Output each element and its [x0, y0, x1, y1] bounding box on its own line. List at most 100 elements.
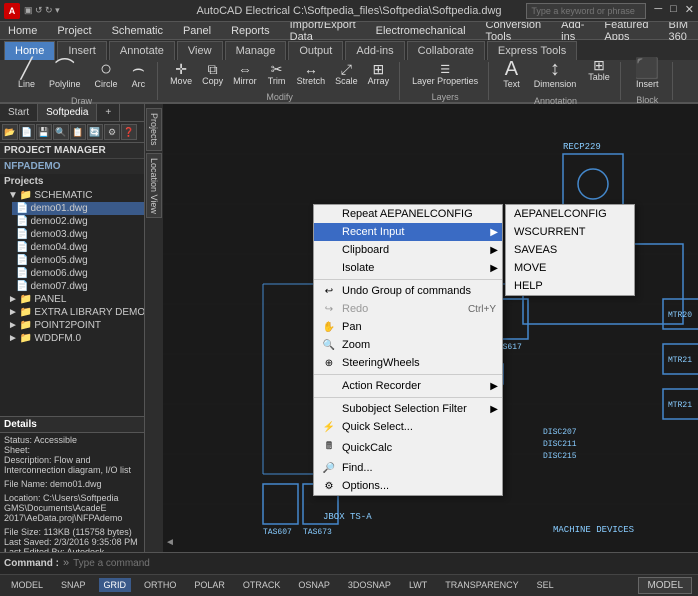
tool-search[interactable]: 🔍: [53, 124, 69, 140]
btn-array[interactable]: ⊞Array: [364, 60, 394, 88]
minimize-btn[interactable]: ─: [654, 3, 662, 19]
tree-item-demo05[interactable]: 📄 demo05.dwg: [12, 254, 144, 267]
status-grid[interactable]: GRID: [99, 578, 132, 592]
close-btn[interactable]: ✕: [685, 3, 694, 19]
btn-copy[interactable]: ⧉Copy: [198, 60, 227, 88]
model-button[interactable]: MODEL: [638, 577, 692, 594]
command-input[interactable]: [73, 558, 694, 569]
tab-new[interactable]: +: [97, 104, 120, 121]
menu-panel[interactable]: Panel: [179, 23, 215, 39]
ctx-steering[interactable]: ⊕ SteeringWheels: [314, 354, 502, 372]
btn-layer-properties[interactable]: ☰ Layer Properties: [408, 61, 482, 88]
btn-stretch[interactable]: ↔Stretch: [293, 60, 330, 88]
tool-new[interactable]: 📄: [19, 124, 35, 140]
btn-arc[interactable]: ⌢Arc: [126, 56, 152, 92]
status-polar[interactable]: POLAR: [189, 578, 230, 592]
menu-reports[interactable]: Reports: [227, 23, 274, 39]
menu-electromechanical[interactable]: Electromechanical: [372, 23, 470, 39]
status-sel[interactable]: SEL: [532, 578, 559, 592]
tree-item-point2point[interactable]: ► 📁 POINT2POINT: [4, 319, 144, 332]
status-lwt[interactable]: LWT: [404, 578, 432, 592]
ctx-clipboard[interactable]: Clipboard ▶: [314, 241, 502, 259]
tree-item-demo01[interactable]: 📄 demo01.dwg: [12, 202, 144, 215]
btn-dimension[interactable]: ↕Dimension: [528, 56, 583, 92]
scroll-left-btn[interactable]: ◄: [165, 537, 175, 548]
submenu-item-help[interactable]: HELP: [506, 277, 634, 295]
file-icon: 📄: [16, 203, 28, 214]
tool-settings[interactable]: ⚙: [104, 124, 120, 140]
submenu-item-wscurrent[interactable]: WSCURRENT: [506, 223, 634, 241]
ctx-quickselect[interactable]: ⚡ Quick Select...: [314, 418, 502, 436]
status-model[interactable]: MODEL: [6, 578, 48, 592]
status-osnap[interactable]: OSNAP: [293, 578, 335, 592]
tree-item-demo02[interactable]: 📄 demo02.dwg: [12, 215, 144, 228]
titlebar-left: A ▣ ↺ ↻ ▾: [4, 3, 60, 19]
tab-collaborate[interactable]: Collaborate: [407, 41, 485, 60]
btn-circle[interactable]: ○Circle: [89, 56, 124, 92]
maximize-btn[interactable]: □: [670, 3, 677, 19]
file-icon: 📄: [16, 268, 28, 279]
tab-start[interactable]: Start: [0, 104, 38, 121]
ctx-repeat-aepanel[interactable]: Repeat AEPANELCONFIG: [314, 205, 502, 223]
status-ortho[interactable]: ORTHO: [139, 578, 181, 592]
tab-addins2[interactable]: Add-ins: [345, 41, 404, 60]
vtab-location-view[interactable]: Location View: [146, 153, 162, 219]
status-otrack[interactable]: OTRACK: [238, 578, 286, 592]
btn-text[interactable]: AText: [497, 56, 526, 92]
tree-item-wddfm[interactable]: ► 📁 WDDFM.0: [4, 332, 144, 345]
tab-manage[interactable]: Manage: [225, 41, 287, 60]
file-icon: 📄: [16, 255, 28, 266]
submenu-item-aepanel[interactable]: AEPANELCONFIG: [506, 205, 634, 223]
vtab-projects[interactable]: Projects: [146, 108, 162, 151]
btn-mirror[interactable]: ⇔Mirror: [229, 60, 261, 88]
ctx-isolate[interactable]: Isolate ▶: [314, 259, 502, 277]
tab-softpedia[interactable]: Softpedia: [38, 104, 97, 121]
menu-project[interactable]: Project: [53, 23, 95, 39]
tool-help[interactable]: ❓: [121, 124, 137, 140]
btn-polyline[interactable]: ⌒Polyline: [43, 56, 87, 92]
ctx-zoom[interactable]: 🔍 Zoom: [314, 336, 502, 354]
tree-item-demo07[interactable]: 📄 demo07.dwg: [12, 280, 144, 293]
ctx-label: Clipboard: [342, 244, 389, 256]
tree-item-demo04[interactable]: 📄 demo04.dwg: [12, 241, 144, 254]
ribbon-group-modify: ✛Move ⧉Copy ⇔Mirror ✂Trim ↔Stretch ⤢Scal…: [160, 62, 400, 100]
status-3dosnap[interactable]: 3DOSNAP: [343, 578, 396, 592]
tree-item-demo03[interactable]: 📄 demo03.dwg: [12, 228, 144, 241]
status-transparency[interactable]: TRANSPARENCY: [440, 578, 523, 592]
tab-output[interactable]: Output: [288, 41, 343, 60]
btn-table[interactable]: ⊞Table: [584, 56, 614, 92]
ctx-find[interactable]: 🔎 Find...: [314, 459, 502, 477]
ctx-recent-input[interactable]: Recent Input ▶: [314, 223, 502, 241]
menu-home[interactable]: Home: [4, 23, 41, 39]
tool-refresh[interactable]: 🔄: [87, 124, 103, 140]
ctx-subobject[interactable]: Subobject Selection Filter ▶: [314, 400, 502, 418]
btn-move[interactable]: ✛Move: [166, 60, 196, 88]
btn-line[interactable]: ╱Line: [12, 56, 41, 92]
tree-item-extra-lib[interactable]: ► 📁 EXTRA LIBRARY DEMO: [4, 306, 144, 319]
status-snap[interactable]: SNAP: [56, 578, 91, 592]
ctx-options[interactable]: ⚙ Options...: [314, 477, 502, 495]
btn-insert[interactable]: ⬛Insert: [629, 57, 666, 91]
submenu-item-move[interactable]: MOVE: [506, 259, 634, 277]
command-prompt: »: [63, 557, 69, 569]
menu-schematic[interactable]: Schematic: [108, 23, 167, 39]
tab-view[interactable]: View: [177, 41, 223, 60]
ctx-redo: ↪ Redo Ctrl+Y: [314, 300, 502, 318]
ctx-pan[interactable]: ✋ Pan: [314, 318, 502, 336]
submenu-item-saveas[interactable]: SAVEAS: [506, 241, 634, 259]
btn-trim[interactable]: ✂Trim: [263, 60, 291, 88]
btn-scale[interactable]: ⤢Scale: [331, 60, 362, 88]
ctx-label: Subobject Selection Filter: [342, 403, 467, 415]
submenu-label: WSCURRENT: [514, 226, 586, 238]
tree-item-schematic[interactable]: ▼ 📁 SCHEMATIC: [4, 189, 144, 202]
tool-save[interactable]: 💾: [36, 124, 52, 140]
tree-item-demo06[interactable]: 📄 demo06.dwg: [12, 267, 144, 280]
ctx-action-recorder[interactable]: Action Recorder ▶: [314, 377, 502, 395]
ctx-undo[interactable]: ↩ Undo Group of commands: [314, 282, 502, 300]
search-input[interactable]: [526, 3, 646, 19]
submenu: AEPANELCONFIG WSCURRENT SAVEAS MOVE HELP: [505, 204, 635, 296]
ctx-quickcalc[interactable]: 🖩 QuickCalc: [314, 436, 502, 459]
tree-item-panel[interactable]: ► 📁 PANEL: [4, 293, 144, 306]
tool-copy[interactable]: 📋: [70, 124, 86, 140]
tool-open[interactable]: 📂: [2, 124, 18, 140]
